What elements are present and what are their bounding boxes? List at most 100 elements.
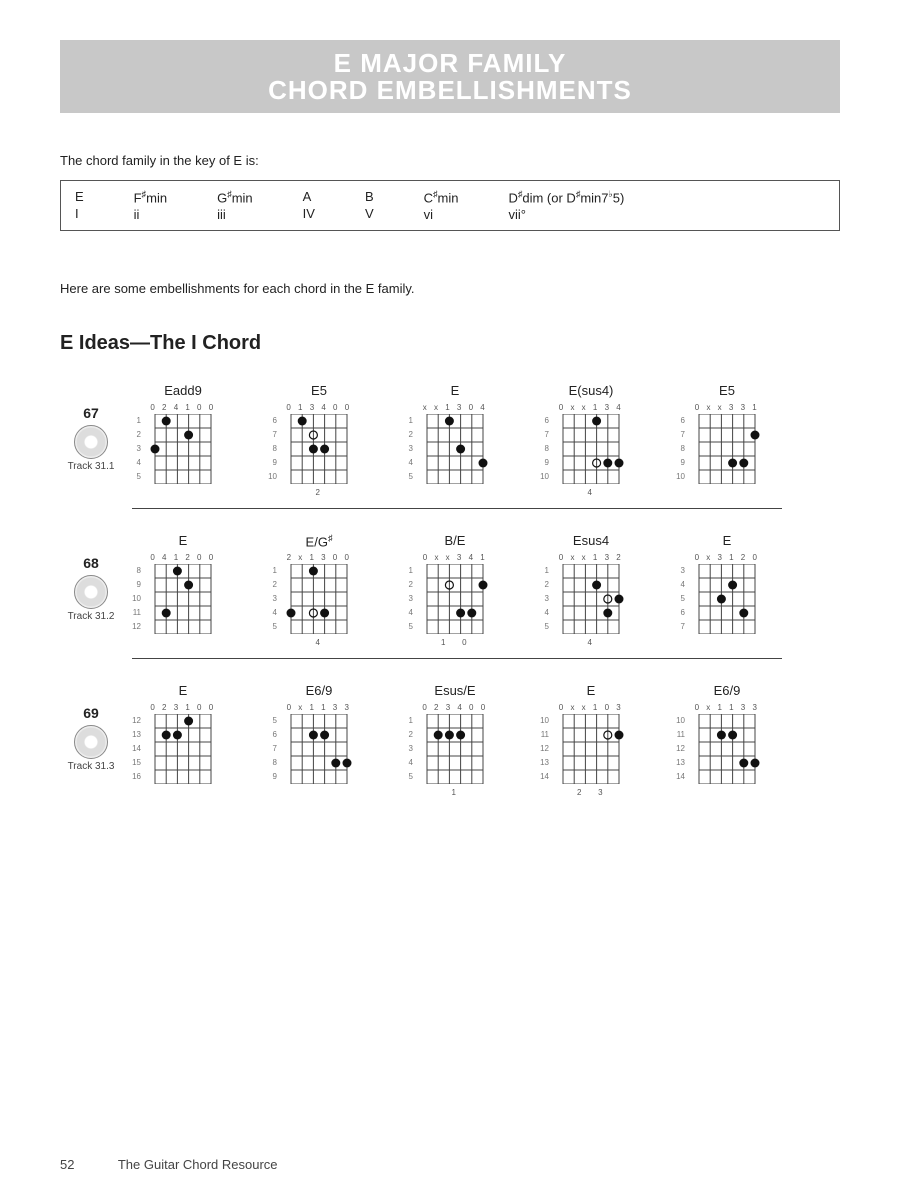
fret-numbers: 1213141516: [129, 714, 141, 784]
example-number: 68: [60, 555, 122, 571]
fret-numbers: 12345: [265, 564, 277, 634]
family-roman: I: [75, 206, 84, 221]
fret-numbers: 12345: [401, 564, 413, 634]
chord-diagram: E0 x 3 1 2 034567: [666, 533, 788, 648]
chord-name: E: [122, 683, 244, 699]
chord-name: E: [122, 533, 244, 549]
chord-name: B/E: [394, 533, 516, 549]
family-col: BV: [365, 189, 374, 222]
fretboard: 678910: [551, 414, 631, 484]
fingering-top: 0 x 1 1 3 3: [258, 703, 380, 713]
chord-diagram: E50 1 3 4 0 06789102: [258, 383, 380, 498]
row-meta: 69Track 31.3: [60, 683, 122, 772]
fretboard: 1011121314: [687, 714, 767, 784]
diagram-group: E0 2 3 1 0 01213141516E6/90 x 1 1 3 3567…: [122, 683, 840, 798]
fret-numbers: 12345: [129, 414, 141, 484]
chord-row: 67Track 31.1Eadd90 2 4 1 0 012345E50 1 3…: [60, 383, 840, 498]
fretboard: 12345: [143, 414, 223, 484]
fingering-bottom: [666, 638, 788, 648]
chord-name: E: [530, 683, 652, 699]
fretboard: 12345: [415, 564, 495, 634]
chord-diagram: E50 x x 3 3 1678910: [666, 383, 788, 498]
fingering-bottom: [666, 488, 788, 498]
chord-diagram: B/E 0 x x 3 4 112345 1 0: [394, 533, 516, 648]
page-footer: 52 The Guitar Chord Resource: [60, 1157, 278, 1172]
chord-diagram: E0 4 1 2 0 089101112: [122, 533, 244, 648]
fret-numbers: 34567: [673, 564, 685, 634]
fret-numbers: 56789: [265, 714, 277, 784]
fingering-top: 0 2 3 1 0 0: [122, 703, 244, 713]
row-meta: 67 Track 31.1: [60, 383, 122, 472]
chord-diagram: E(sus4)0 x x 1 3 46789104: [530, 383, 652, 498]
chord-name: E/G♯: [258, 533, 380, 549]
chord-family-table: EIF♯miniiG♯miniiiAIVBVC♯minviD♯dim (or D…: [60, 180, 840, 231]
family-roman: iii: [217, 207, 253, 222]
chord-diagram: E 0 x x 1 0 31011121314 2 3: [530, 683, 652, 798]
family-chord: C♯min: [424, 189, 459, 205]
fret-numbers: 89101112: [129, 564, 141, 634]
fretboard: 12345: [415, 714, 495, 784]
fingering-bottom: 1 0: [394, 638, 516, 648]
chord-name: Eadd9: [122, 383, 244, 399]
chord-name: E: [394, 383, 516, 399]
fingering-top: 0 x 1 1 3 3: [666, 703, 788, 713]
track-label: Track 31.2: [60, 611, 122, 622]
fretboard: 1011121314: [551, 714, 631, 784]
fingering-bottom: 2 3: [530, 788, 652, 798]
banner-line-2: CHORD EMBELLISHMENTS: [60, 77, 840, 104]
fretboard: 56789: [279, 714, 359, 784]
fretboard: 34567: [687, 564, 767, 634]
fretboard: 89101112: [143, 564, 223, 634]
family-col: C♯minvi: [424, 189, 459, 222]
fret-numbers: 678910: [265, 414, 277, 484]
family-col: EI: [75, 189, 84, 222]
fingering-top: 0 x x 3 4 1: [394, 553, 516, 563]
fingering-top: 2 x 1 3 0 0: [258, 553, 380, 563]
fret-numbers: 12345: [401, 714, 413, 784]
fingering-bottom: [122, 488, 244, 498]
chord-name: E5: [258, 383, 380, 399]
family-roman: vii°: [508, 207, 624, 222]
sub-intro-text: Here are some embellishments for each ch…: [60, 281, 840, 296]
family-roman: ii: [134, 207, 167, 222]
fret-numbers: 12345: [401, 414, 413, 484]
family-chord: A: [303, 189, 315, 204]
chord-row: 68 Track 31.2E0 4 1 2 0 089101112 E/G♯ 2 x …: [60, 533, 840, 648]
family-roman: V: [365, 206, 374, 221]
chord-name: E6/9: [666, 683, 788, 699]
fret-numbers: 1011121314: [537, 714, 549, 784]
page-banner: E MAJOR FAMILY CHORD EMBELLISHMENTS: [60, 40, 840, 113]
cd-icon: [74, 575, 108, 609]
chord-name: Esus/E: [394, 683, 516, 699]
cd-icon: [74, 725, 108, 759]
track-label: Track 31.1: [60, 461, 122, 472]
fingering-top: 0 x x 1 0 3: [530, 703, 652, 713]
chord-diagram: E6/9 0 x 1 1 3 31011121314: [666, 683, 788, 798]
track-label: Track 31.3: [60, 761, 122, 772]
row-meta: 68 Track 31.2: [60, 533, 122, 622]
fingering-top: 0 x x 1 3 2: [530, 553, 652, 563]
family-chord: E: [75, 189, 84, 204]
row-divider: [132, 508, 782, 509]
fretboard: 678910: [279, 414, 359, 484]
fingering-bottom: 4: [258, 638, 380, 648]
fretboard: 12345: [279, 564, 359, 634]
fingering-bottom: 2: [258, 488, 380, 498]
diagram-group: E0 4 1 2 0 089101112E/G♯2 x 1 3 0 012345…: [122, 533, 840, 648]
chord-diagram: E6/90 x 1 1 3 356789: [258, 683, 380, 798]
family-col: D♯dim (or D♯min7♭5)vii°: [508, 189, 624, 222]
fret-numbers: 678910: [537, 414, 549, 484]
fingering-bottom: [122, 788, 244, 798]
chord-name: E5: [666, 383, 788, 399]
fingering-top: 0 x x 3 3 1: [666, 403, 788, 413]
diagram-group: Eadd90 2 4 1 0 012345E50 1 3 4 0 0678910…: [122, 383, 840, 498]
chord-diagram: E 0 2 3 1 0 01213141516: [122, 683, 244, 798]
chord-diagram: Ex x 1 3 0 412345: [394, 383, 516, 498]
row-divider: [132, 658, 782, 659]
chord-name: E(sus4): [530, 383, 652, 399]
book-title: The Guitar Chord Resource: [118, 1157, 278, 1172]
chord-diagram: Esus40 x x 1 3 2123454: [530, 533, 652, 648]
family-col: F♯minii: [134, 189, 167, 222]
example-number: 67: [60, 405, 122, 421]
fingering-bottom: 1: [394, 788, 516, 798]
